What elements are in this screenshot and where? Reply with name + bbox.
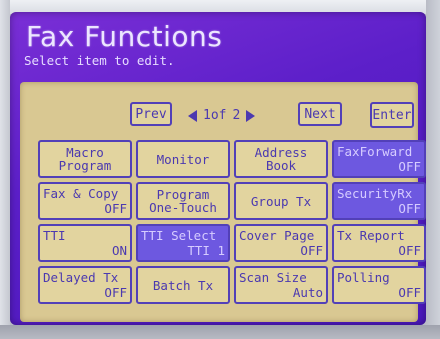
group-tx-button[interactable]: Group Tx bbox=[234, 182, 328, 220]
polling-label: Polling bbox=[337, 270, 390, 285]
tx-report-label: Tx Report bbox=[337, 228, 405, 243]
program-one-touch-button[interactable]: Program One-Touch bbox=[136, 182, 230, 220]
macro-program-label-line2: Program bbox=[58, 158, 112, 173]
enter-button[interactable]: Enter bbox=[370, 102, 414, 128]
tti-button[interactable]: TTI ON bbox=[38, 224, 132, 262]
fax-and-copy-label: Fax & Copy bbox=[43, 186, 119, 201]
tti-select-label: TTI Select bbox=[141, 228, 217, 243]
cover-page-button[interactable]: Cover Page OFF bbox=[234, 224, 328, 262]
scan-size-value: Auto bbox=[292, 285, 323, 300]
delayed-tx-label: Delayed Tx bbox=[43, 270, 119, 285]
right-arrow-icon[interactable] bbox=[246, 109, 256, 122]
batch-tx-button[interactable]: Batch Tx bbox=[136, 266, 230, 304]
monitor-label-line1: Monitor bbox=[156, 151, 210, 167]
next-label: Next bbox=[304, 106, 336, 122]
tti-value: ON bbox=[111, 243, 127, 258]
cover-page-label: Cover Page bbox=[239, 228, 315, 243]
device-bezel-bottom bbox=[0, 325, 440, 339]
fax-and-copy-button[interactable]: Fax & Copy OFF bbox=[38, 182, 132, 220]
scan-size-label: Scan Size bbox=[239, 270, 307, 285]
fax-forward-button[interactable]: FaxForward OFF bbox=[332, 140, 426, 178]
security-rx-label: SecurityRx bbox=[337, 186, 413, 201]
page-indicator: 1of 2 bbox=[188, 108, 290, 123]
enter-label: Enter bbox=[372, 107, 412, 123]
cover-page-value: OFF bbox=[300, 243, 323, 258]
page-subtitle: Select item to edit. bbox=[24, 53, 175, 68]
page-current: 1of bbox=[203, 108, 227, 123]
function-panel: Prev 1of 2 Next Enter Macro Program Monito… bbox=[20, 82, 426, 322]
batch-tx-label-line1: Batch Tx bbox=[152, 277, 214, 293]
security-rx-value: OFF bbox=[398, 201, 421, 216]
tti-label: TTI bbox=[43, 228, 66, 243]
prev-button[interactable]: Prev bbox=[130, 102, 172, 126]
delayed-tx-button[interactable]: Delayed Tx OFF bbox=[38, 266, 132, 304]
scan-size-button[interactable]: Scan Size Auto bbox=[234, 266, 328, 304]
prev-label: Prev bbox=[135, 106, 167, 122]
next-button[interactable]: Next bbox=[298, 102, 342, 126]
polling-value: OFF bbox=[398, 285, 421, 300]
page-title: Fax Functions bbox=[26, 20, 223, 53]
program-one-touch-label-line2: One-Touch bbox=[149, 200, 217, 215]
fax-forward-label: FaxForward bbox=[337, 144, 413, 159]
monitor-button[interactable]: Monitor bbox=[136, 140, 230, 178]
device-bezel-right bbox=[426, 0, 440, 339]
tx-report-button[interactable]: Tx Report OFF bbox=[332, 224, 426, 262]
page-total: 2 bbox=[232, 108, 241, 123]
fax-and-copy-value: OFF bbox=[104, 201, 127, 216]
security-rx-button[interactable]: SecurityRx OFF bbox=[332, 182, 426, 220]
group-tx-label-line1: Group Tx bbox=[250, 193, 312, 209]
device-bezel-left bbox=[0, 0, 10, 339]
tti-select-button[interactable]: TTI Select TTI 1 bbox=[136, 224, 230, 262]
fax-forward-value: OFF bbox=[398, 159, 421, 174]
address-book-button[interactable]: Address Book bbox=[234, 140, 328, 178]
tx-report-value: OFF bbox=[398, 243, 421, 258]
tti-select-value: TTI 1 bbox=[187, 243, 225, 258]
lcd-screen: Fax Functions Select item to edit. Prev … bbox=[10, 12, 426, 325]
address-book-label-line2: Book bbox=[265, 158, 297, 173]
polling-button[interactable]: Polling OFF bbox=[332, 266, 426, 304]
left-arrow-icon[interactable] bbox=[188, 109, 197, 122]
macro-program-button[interactable]: Macro Program bbox=[38, 140, 132, 178]
delayed-tx-value: OFF bbox=[104, 285, 127, 300]
